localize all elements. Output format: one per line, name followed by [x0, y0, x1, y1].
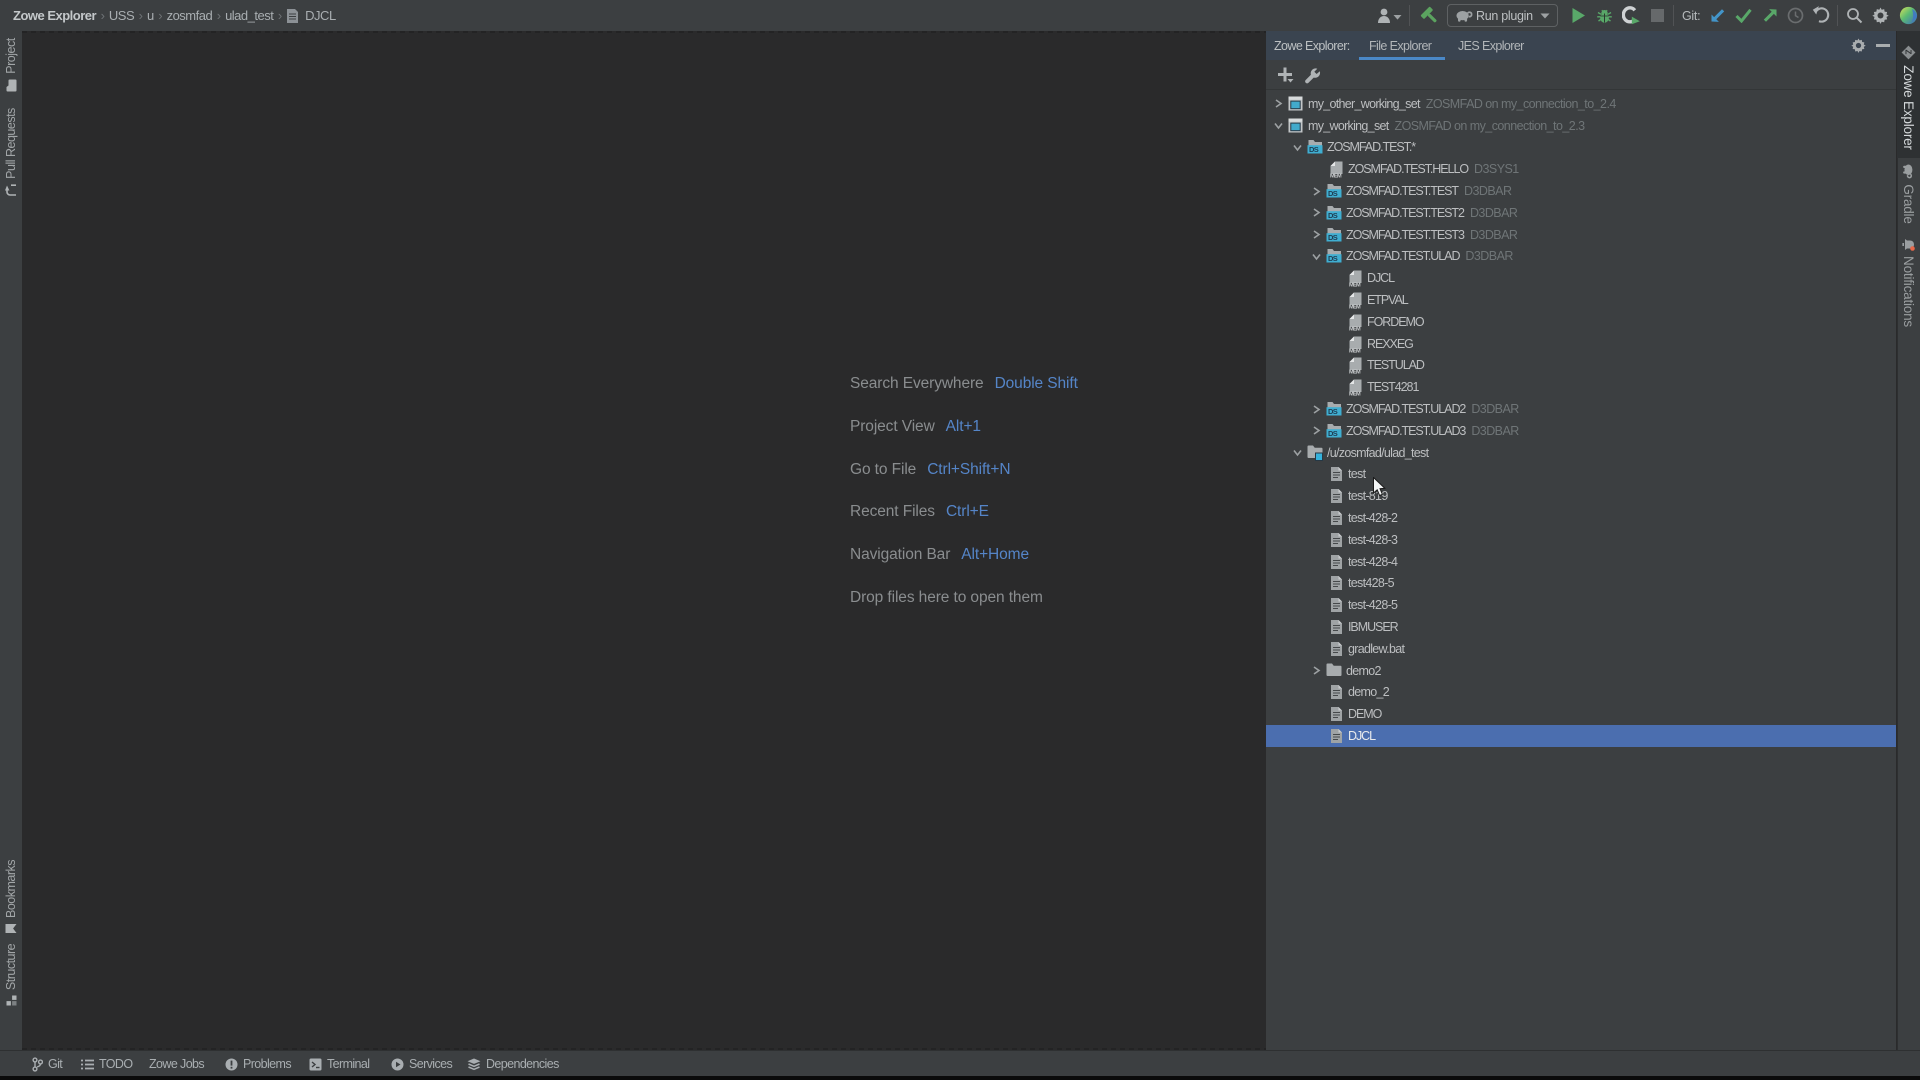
svg-text:DS: DS [1328, 211, 1338, 220]
svg-text:Z: Z [1904, 50, 1913, 55]
svg-text:DS: DS [1328, 254, 1338, 263]
svg-text:DS: DS [1328, 429, 1338, 438]
svg-text:MEM: MEM [1349, 283, 1361, 288]
svg-text:DS: DS [1309, 145, 1319, 154]
svg-text:DS: DS [1328, 233, 1338, 242]
svg-text:MEM: MEM [1349, 348, 1361, 353]
svg-text:DS: DS [1328, 189, 1338, 198]
svg-text:MEM: MEM [1349, 370, 1361, 375]
svg-text:MEM: MEM [1349, 326, 1361, 331]
svg-text:MEM: MEM [1330, 174, 1342, 179]
svg-text:DS: DS [1328, 407, 1338, 416]
svg-text:MEM: MEM [1349, 305, 1361, 310]
svg-text:MEM: MEM [1349, 392, 1361, 397]
